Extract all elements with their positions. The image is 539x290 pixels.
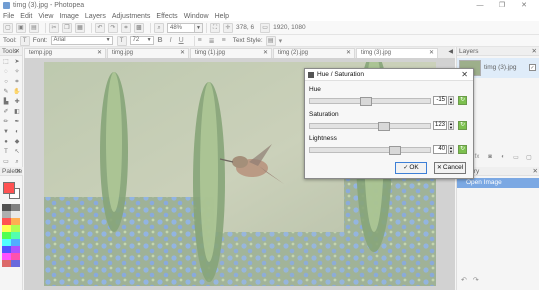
lightness-reset-icon[interactable]: ↻ (458, 145, 467, 154)
hue-value-input[interactable]: -15 (433, 96, 447, 105)
lightness-slider-thumb[interactable] (389, 146, 401, 155)
dialog-title: Hue / Saturation (317, 71, 364, 78)
lightness-slider[interactable] (309, 146, 431, 155)
hue-reset-icon[interactable]: ↻ (458, 96, 467, 105)
hue-slider[interactable] (309, 97, 431, 106)
saturation-stepper[interactable]: ▲ ▼ (448, 121, 454, 130)
hue-slider-thumb[interactable] (360, 97, 372, 106)
cancel-icon: ✕ (436, 165, 442, 171)
check-icon: ✓ (403, 165, 409, 171)
dialog-app-icon (308, 71, 314, 78)
lightness-label: Lightness (309, 135, 337, 142)
cancel-button-label: Cancel (442, 164, 464, 171)
close-icon[interactable]: ✕ (461, 70, 468, 79)
saturation-value-input[interactable]: 123 (433, 121, 447, 130)
photopea-app: timg (3).jpg - Photopea — ❐ ✕ File Edit … (0, 0, 539, 290)
saturation-slider-thumb[interactable] (378, 122, 390, 131)
ok-button[interactable]: ✓OK (395, 162, 427, 174)
dialog-title-bar: Hue / Saturation ✕ (305, 69, 473, 81)
cancel-button[interactable]: ✕Cancel (434, 162, 466, 174)
lightness-value-input[interactable]: 40 (433, 145, 447, 154)
hue-saturation-dialog: Hue / Saturation ✕ Hue -15 ▲ ▼ ↻ Saturati… (304, 68, 474, 179)
hue-stepper[interactable]: ▲ ▼ (448, 96, 454, 105)
saturation-label: Saturation (309, 111, 339, 118)
ok-button-label: OK (409, 164, 419, 171)
lightness-stepper[interactable]: ▲ ▼ (448, 145, 454, 154)
saturation-slider[interactable] (309, 122, 431, 131)
hue-label: Hue (309, 86, 321, 93)
saturation-reset-icon[interactable]: ↻ (458, 121, 467, 130)
